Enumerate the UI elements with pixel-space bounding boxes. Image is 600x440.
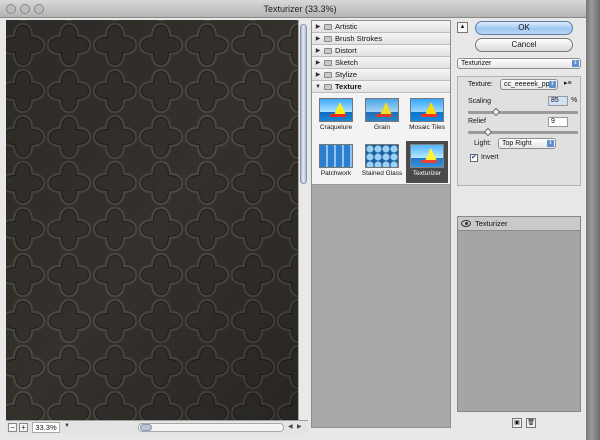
filter-thumb-label: Grain [374, 124, 390, 131]
select-arrows-icon: ⇕ [549, 81, 556, 88]
texture-select[interactable]: cc_eeeeek_pp... ⇕ [500, 79, 558, 90]
collapsed-triangle-icon: ▶ [315, 60, 321, 66]
filter-thumb-craquelure[interactable]: Craquelure [315, 95, 357, 137]
relief-input[interactable]: 9 [548, 117, 568, 127]
texturizer-settings-group: Texture: cc_eeeeek_pp... ⇕ ▸≡ Scaling 85… [457, 76, 581, 186]
filter-gallery-window: Texturizer (33.3%) − + 33.3% ▼ ◀ ▶ ▶ Art… [0, 0, 600, 440]
folder-icon [324, 47, 332, 54]
folder-icon [324, 35, 332, 42]
scroll-left-arrow-icon[interactable]: ◀ [288, 423, 293, 430]
new-effect-layer-icon[interactable]: ▣ [512, 418, 522, 428]
eye-icon[interactable] [461, 220, 471, 227]
category-label: Sketch [335, 58, 358, 67]
filter-thumb-mosaic-tiles[interactable]: Mosaic Tiles [406, 95, 448, 137]
title-bar[interactable]: Texturizer (33.3%) [0, 0, 600, 18]
filter-thumb-stained-glass[interactable]: Stained Glass [361, 141, 403, 183]
filter-thumb-label: Craquelure [319, 124, 353, 131]
effect-layer-name: Texturizer [475, 219, 508, 228]
preview-horizontal-scrollbar[interactable] [138, 423, 284, 432]
texture-select-value: cc_eeeeek_pp... [504, 81, 556, 88]
stained-glass-thumbnail-icon [365, 144, 399, 168]
zoom-window-button[interactable] [34, 4, 44, 14]
scaling-input[interactable]: 85 [548, 96, 568, 106]
scaling-label: Scaling [468, 98, 491, 105]
category-sketch[interactable]: ▶ Sketch [312, 57, 450, 69]
scroll-right-arrow-icon[interactable]: ▶ [297, 423, 302, 430]
zoom-out-button[interactable]: − [8, 423, 17, 432]
filter-select-value: Texturizer [461, 60, 492, 67]
relief-label: Relief [468, 118, 486, 125]
cancel-button[interactable]: Cancel [475, 38, 573, 52]
filter-thumb-label: Patchwork [320, 170, 352, 177]
preview-status-bar: − + 33.3% ▼ ◀ ▶ [6, 420, 308, 434]
filter-thumb-label: Mosaic Tiles [409, 124, 445, 131]
sailboat-thumbnail-icon [365, 98, 399, 122]
texture-preview-image [6, 20, 308, 428]
preview-canvas[interactable] [6, 20, 308, 428]
zoom-level-field[interactable]: 33.3% [32, 422, 60, 433]
effect-layer-row[interactable]: Texturizer [458, 217, 580, 231]
collapsed-triangle-icon: ▶ [315, 72, 321, 78]
close-window-button[interactable] [6, 4, 16, 14]
filter-thumb-grain[interactable]: Grain [361, 95, 403, 137]
category-label: Stylize [335, 70, 358, 79]
relief-slider-knob[interactable] [483, 127, 493, 137]
collapse-arrow-icon[interactable]: ▲ [457, 22, 468, 33]
folder-open-icon [324, 83, 332, 90]
zoom-in-button[interactable]: + [19, 423, 28, 432]
folder-icon [324, 71, 332, 78]
category-label: Brush Strokes [335, 34, 383, 43]
category-label: Texture [335, 82, 362, 91]
category-stylize[interactable]: ▶ Stylize [312, 69, 450, 81]
folder-icon [324, 59, 332, 66]
scaling-slider-knob[interactable] [491, 107, 500, 117]
scaling-unit: % [571, 97, 578, 104]
category-brush-strokes[interactable]: ▶ Brush Strokes [312, 33, 450, 45]
patchwork-thumbnail-icon [319, 144, 353, 168]
preview-vertical-scrollbar[interactable] [298, 20, 308, 428]
minimize-window-button[interactable] [20, 4, 30, 14]
light-select-value: Top Right [502, 140, 532, 147]
filter-category-browser: ▶ Artistic ▶ Brush Strokes ▶ Distort ▶ S… [311, 20, 451, 428]
category-distort[interactable]: ▶ Distort [312, 45, 450, 57]
category-texture[interactable]: ▼ Texture [312, 81, 450, 93]
ok-button[interactable]: OK [475, 21, 573, 35]
collapsed-triangle-icon: ▶ [315, 36, 321, 42]
sailboat-thumbnail-icon [410, 144, 444, 168]
expanded-triangle-icon: ▼ [315, 83, 321, 90]
category-artistic[interactable]: ▶ Artistic [312, 21, 450, 33]
sailboat-thumbnail-icon [319, 98, 353, 122]
filter-thumb-patchwork[interactable]: Patchwork [315, 141, 357, 183]
collapsed-triangle-icon: ▶ [315, 48, 321, 54]
light-select[interactable]: Top Right ⇕ [498, 138, 556, 149]
filter-select[interactable]: Texturizer ⇕ [457, 58, 581, 69]
filter-thumb-label: Texturizer [412, 170, 442, 177]
preview-vertical-scroll-thumb[interactable] [300, 24, 307, 184]
texture-filter-thumbnails: Craquelure Grain Mosaic Tiles Patchwork … [312, 93, 450, 185]
select-arrows-icon: ⇕ [547, 140, 554, 147]
texture-label: Texture: [468, 81, 493, 88]
light-label: Light: [474, 140, 492, 147]
effect-layers-list: Texturizer [457, 216, 581, 412]
invert-checkbox[interactable]: ✔ [470, 154, 478, 162]
delete-effect-layer-icon[interactable]: 🗑 [526, 418, 536, 428]
invert-label: Invert [481, 154, 499, 161]
folder-icon [324, 23, 332, 30]
preview-horizontal-scroll-thumb[interactable] [140, 424, 152, 431]
filter-settings-panel: ▲ OK Cancel Texturizer ⇕ Texture: cc_eee… [455, 20, 583, 428]
window-title: Texturizer (33.3%) [263, 4, 337, 14]
desktop-background-strip [586, 0, 600, 440]
select-arrows-icon: ⇕ [572, 60, 579, 67]
scaling-slider-track[interactable] [468, 111, 578, 114]
collapsed-triangle-icon: ▶ [315, 24, 321, 30]
zoom-menu-arrow-icon[interactable]: ▼ [64, 423, 70, 429]
panel-menu-icon[interactable]: ▸≡ [564, 79, 572, 87]
category-label: Distort [335, 46, 357, 55]
filter-thumb-label: Stained Glass [361, 170, 403, 177]
sailboat-thumbnail-icon [410, 98, 444, 122]
category-label: Artistic [335, 22, 358, 31]
filter-thumb-texturizer[interactable]: Texturizer [406, 141, 448, 183]
